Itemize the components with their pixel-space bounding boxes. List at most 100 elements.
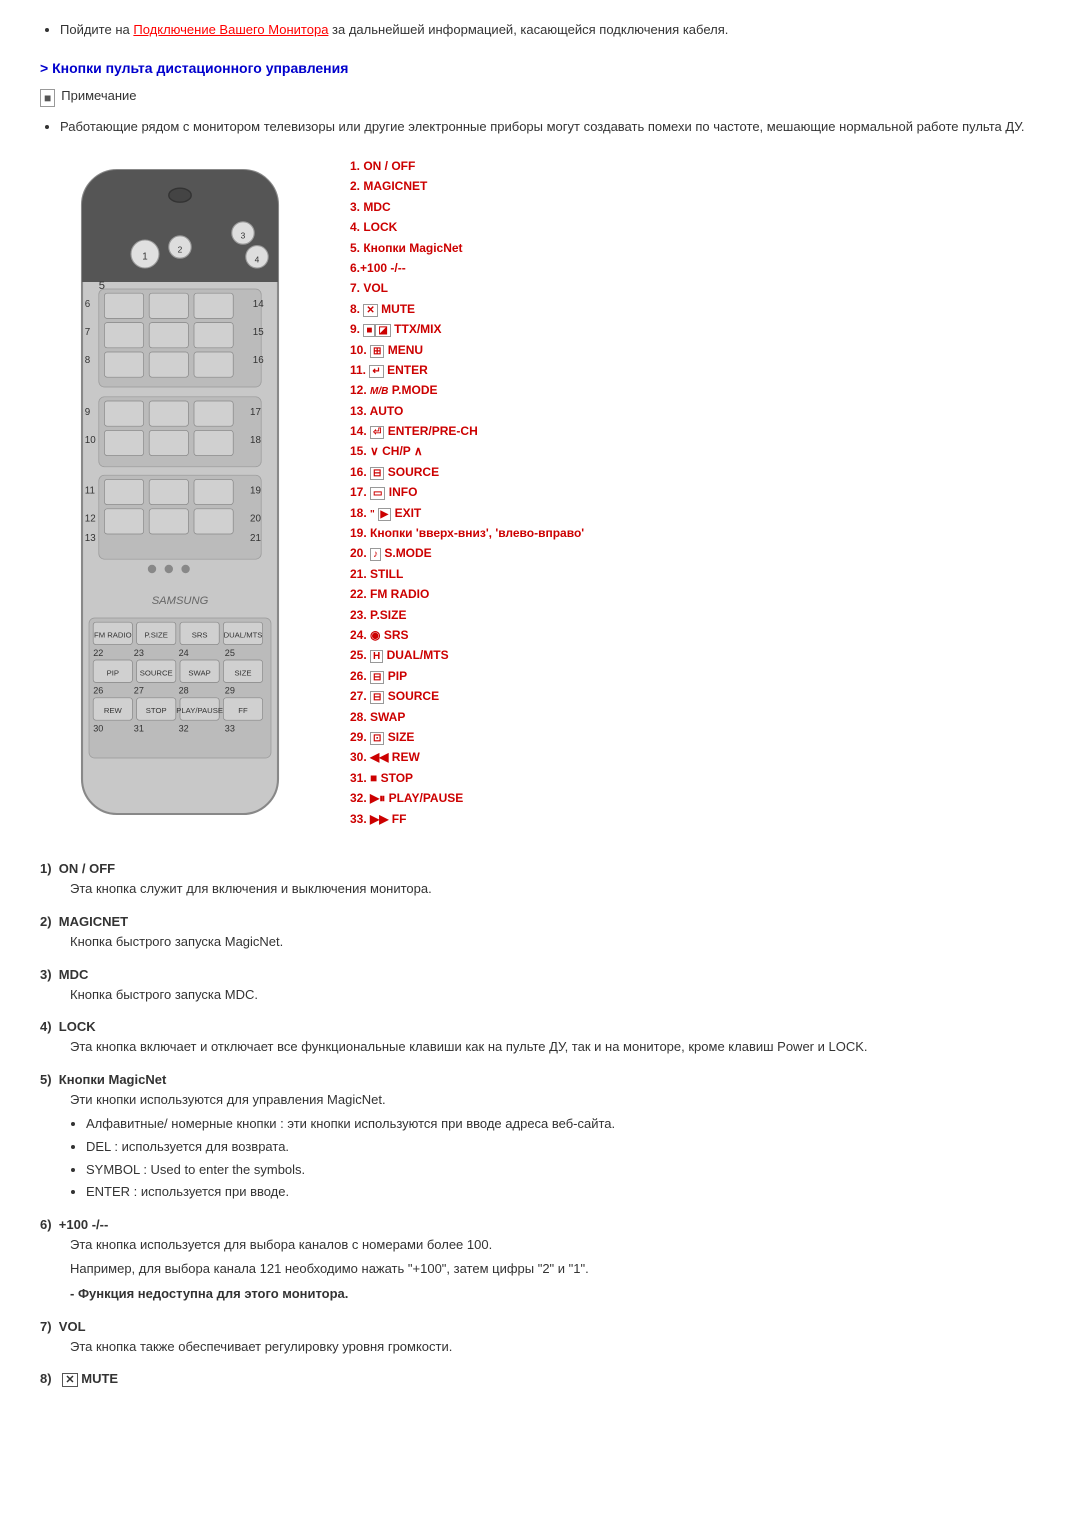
legend-item-6: 6.+100 -/-- (350, 258, 1040, 278)
desc-title-5: Кнопки MagicNet (59, 1072, 166, 1087)
desc-num-7: 7) (40, 1319, 59, 1334)
note-bullet-item: Работающие рядом с монитором телевизоры … (60, 117, 1040, 137)
legend-item-4: 4. LOCK (350, 217, 1040, 237)
intro-bullet-item: Пойдите на Подключение Вашего Монитора з… (60, 20, 1040, 40)
legend-item-32: 32. ▶⏸ PLAY/PAUSE (350, 788, 1040, 808)
svg-text:22: 22 (93, 648, 103, 658)
svg-text:STOP: STOP (146, 706, 167, 715)
legend-item-16: 16. ⊟ SOURCE (350, 462, 1040, 482)
legend-item-23: 23. P.SIZE (350, 605, 1040, 625)
desc-5-bullet-1: Алфавитные/ номерные кнопки : эти кнопки… (86, 1114, 1040, 1135)
svg-text:32: 32 (179, 723, 189, 733)
monitor-link[interactable]: Подключение Вашего Монитора (133, 22, 328, 37)
legend-item-31: 31. ■ STOP (350, 768, 1040, 788)
desc-body-5: Эти кнопки используются для управления M… (40, 1090, 1040, 1203)
svg-text:DUAL/MTS: DUAL/MTS (224, 631, 263, 640)
svg-text:2: 2 (178, 245, 183, 255)
svg-text:4: 4 (255, 254, 260, 264)
desc-body-4: Эта кнопка включает и отключает все функ… (40, 1037, 1040, 1058)
remote-legend: 1. ON / OFF 2. MAGICNET 3. MDC 4. LOCK 5… (350, 156, 1040, 829)
desc-6-bold: - Функция недоступна для этого монитора. (70, 1284, 1040, 1305)
note-bullet: Работающие рядом с монитором телевизоры … (40, 117, 1040, 137)
legend-item-13: 13. AUTO (350, 401, 1040, 421)
svg-text:21: 21 (250, 533, 261, 544)
legend-item-2: 2. MAGICNET (350, 176, 1040, 196)
legend-item-30: 30. ◀◀ REW (350, 747, 1040, 767)
desc-1: 1) ON / OFF Эта кнопка служит для включе… (40, 861, 1040, 900)
intro-section: Пойдите на Подключение Вашего Монитора з… (40, 20, 1040, 40)
note-label: Примечание (61, 88, 136, 103)
svg-text:8: 8 (85, 355, 91, 366)
svg-text:SIZE: SIZE (234, 668, 251, 677)
legend-item-29: 29. ⊡ SIZE (350, 727, 1040, 747)
legend-item-14: 14. ⏎ ENTER/PRE-CH (350, 421, 1040, 441)
desc-num-5: 5) (40, 1072, 59, 1087)
svg-text:SRS: SRS (192, 631, 208, 640)
desc-title-3: MDC (59, 967, 89, 982)
svg-text:SWAP: SWAP (188, 668, 210, 677)
desc-title-8: ✕ MUTE (59, 1371, 118, 1386)
svg-text:30: 30 (93, 723, 103, 733)
intro-text-after: за дальнейшей информацией, касающейся по… (332, 22, 728, 37)
legend-item-28: 28. SWAP (350, 707, 1040, 727)
svg-text:5: 5 (99, 280, 105, 292)
desc-5-bullet-3: SYMBOL : Used to enter the symbols. (86, 1160, 1040, 1181)
svg-text:10: 10 (85, 435, 96, 446)
desc-title-6: +100 -/-- (59, 1217, 109, 1232)
desc-title-7: VOL (59, 1319, 86, 1334)
desc-title-2: MAGICNET (59, 914, 128, 929)
legend-item-25: 25. H DUAL/MTS (350, 645, 1040, 665)
svg-text:28: 28 (179, 686, 189, 696)
desc-6: 6) +100 -/-- Эта кнопка используется для… (40, 1217, 1040, 1304)
svg-text:20: 20 (250, 513, 261, 524)
svg-text:PIP: PIP (107, 668, 119, 677)
desc-3: 3) MDC Кнопка быстрого запуска MDC. (40, 967, 1040, 1006)
section-heading: Кнопки пульта дистационного управления (40, 60, 1040, 76)
svg-text:31: 31 (134, 723, 144, 733)
note-icon: ■ (40, 89, 55, 107)
desc-body-2: Кнопка быстрого запуска MagicNet. (40, 932, 1040, 953)
legend-item-24: 24. ◉ SRS (350, 625, 1040, 645)
legend-item-7: 7. VOL (350, 278, 1040, 298)
svg-text:SOURCE: SOURCE (140, 668, 173, 677)
desc-body-7: Эта кнопка также обеспечивает регулировк… (40, 1337, 1040, 1358)
svg-text:REW: REW (104, 706, 123, 715)
svg-text:29: 29 (225, 686, 235, 696)
legend-item-8: 8. ✕ MUTE (350, 299, 1040, 319)
desc-num-6: 6) (40, 1217, 59, 1232)
svg-text:16: 16 (253, 355, 264, 366)
legend-item-33: 33. ▶▶ FF (350, 809, 1040, 829)
svg-text:P.SIZE: P.SIZE (145, 631, 168, 640)
svg-text:23: 23 (134, 648, 144, 658)
desc-5-bullets: Алфавитные/ номерные кнопки : эти кнопки… (70, 1114, 1040, 1203)
svg-text:27: 27 (134, 686, 144, 696)
svg-text:FF: FF (238, 706, 248, 715)
desc-num-3: 3) (40, 967, 59, 982)
desc-7: 7) VOL Эта кнопка также обеспечивает рег… (40, 1319, 1040, 1358)
legend-item-17: 17. ▭ INFO (350, 482, 1040, 502)
desc-body-6: Эта кнопка используется для выбора канал… (40, 1235, 1040, 1304)
mute-icon-inline: ✕ (62, 1373, 77, 1387)
svg-text:PLAY/PAUSE: PLAY/PAUSE (176, 706, 223, 715)
legend-item-21: 21. STILL (350, 564, 1040, 584)
desc-num-1: 1) (40, 861, 59, 876)
svg-text:SAMSUNG: SAMSUNG (152, 595, 209, 607)
svg-text:14: 14 (253, 299, 264, 310)
desc-num-2: 2) (40, 914, 59, 929)
legend-item-12: 12. M/B P.MODE (350, 380, 1040, 400)
desc-5-bullet-2: DEL : используется для возврата. (86, 1137, 1040, 1158)
desc-body-3: Кнопка быстрого запуска MDC. (40, 985, 1040, 1006)
svg-text:13: 13 (85, 533, 96, 544)
legend-item-27: 27. ⊟ SOURCE (350, 686, 1040, 706)
legend-item-10: 10. ⊞ MENU (350, 340, 1040, 360)
svg-text:33: 33 (225, 723, 235, 733)
desc-num-4: 4) (40, 1019, 59, 1034)
svg-text:17: 17 (250, 407, 261, 418)
svg-text:11: 11 (85, 485, 95, 496)
desc-num-8: 8) (40, 1371, 59, 1386)
remote-section: 1 2 3 4 5 (40, 156, 1040, 831)
legend-item-22: 22. FM RADIO (350, 584, 1040, 604)
svg-text:19: 19 (250, 485, 261, 496)
desc-2: 2) MAGICNET Кнопка быстрого запуска Magi… (40, 914, 1040, 953)
note-box: ■ Примечание (40, 88, 1040, 107)
